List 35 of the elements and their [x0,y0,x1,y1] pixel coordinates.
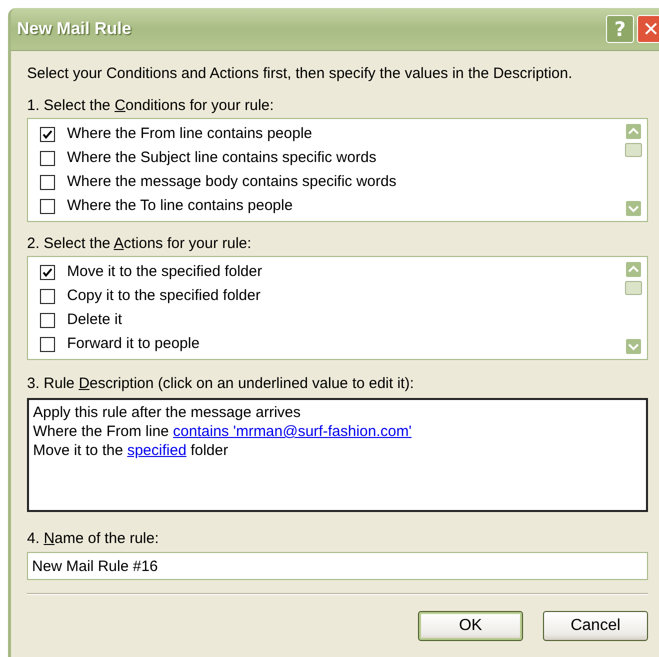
section-label: 2. Select the Actions for your rule: [27,234,252,254]
checkbox[interactable] [40,336,55,352]
list-item[interactable]: Delete it [67,310,122,330]
description-line: Where the From line contains 'mrman@surf-fashion.com' [33,422,413,441]
value-link[interactable]: contains 'mrman@surf-fashion.com' [173,423,412,440]
window-title: New Mail Rule [17,19,132,39]
section-label: 4. Name of the rule: [27,529,160,549]
checkbox[interactable] [40,126,55,142]
list-item[interactable]: Where the From line contains people [67,124,312,144]
list-item[interactable]: Where the Subject line contains specific words [67,148,376,168]
section-label: 1. Select the Conditions for your rule: [27,96,275,116]
checkbox[interactable] [40,288,55,304]
list-item[interactable]: Where the To line contains people [67,196,293,216]
instruction-text: Select your Conditions and Actions first, then specify the values in the Description. [27,64,574,84]
description-line: Move it to the specified folder [33,441,230,460]
checkbox[interactable] [40,150,55,166]
checkbox[interactable] [40,198,55,214]
scroll-thumb[interactable] [625,281,642,295]
checkbox[interactable] [40,174,55,190]
list-item[interactable]: Forward it to people [67,334,200,354]
list-item[interactable]: Copy it to the specified folder [67,286,260,306]
cancel-button[interactable]: Cancel [543,611,648,641]
description-line: Apply this rule after the message arrives [33,403,302,422]
scrollbar[interactable] [624,123,643,217]
ok-button[interactable]: OK [418,611,523,641]
value-link[interactable]: specified [127,442,186,459]
checkbox[interactable] [40,264,55,280]
scrollbar[interactable] [624,261,643,355]
section-label: 3. Rule Description (click on an underlined value to edit it): [27,374,415,394]
list-item[interactable]: Where the message body contains specific words [67,172,396,192]
list-item[interactable]: Move it to the specified folder [67,262,262,282]
scroll-thumb[interactable] [625,143,642,157]
rule-name-field[interactable]: New Mail Rule #16 [27,552,648,580]
close-button[interactable]: ✕ [637,15,659,43]
checkbox[interactable] [40,312,55,328]
